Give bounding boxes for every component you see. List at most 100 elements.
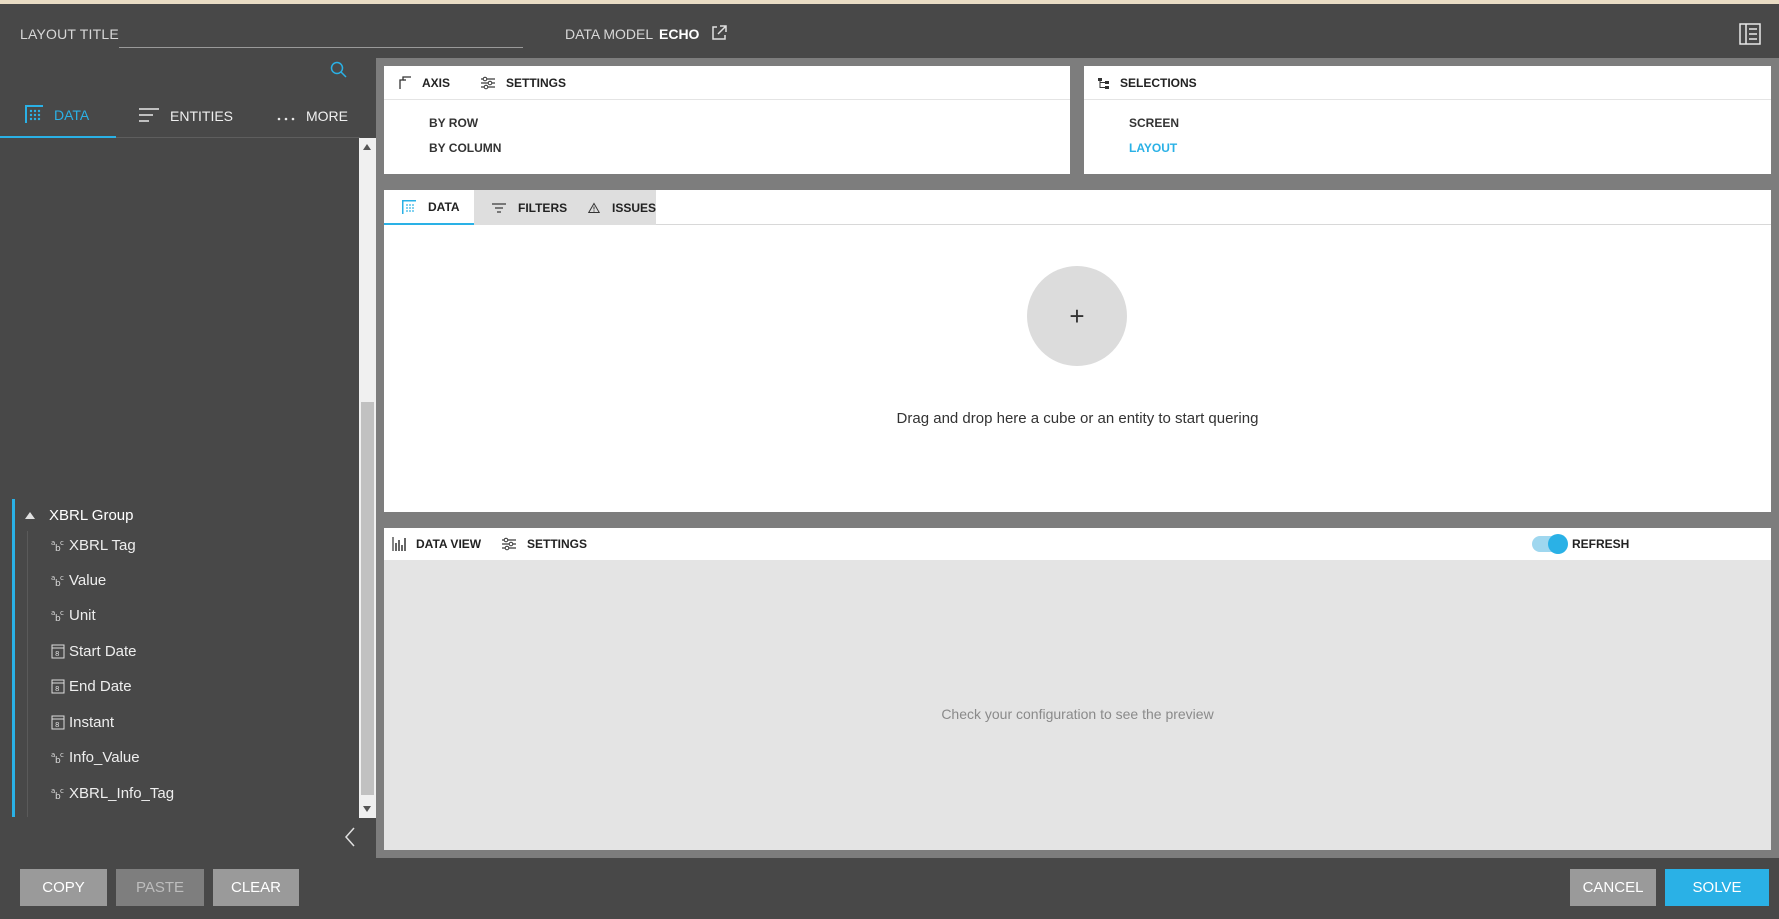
view-settings-tab[interactable]: SETTINGS: [501, 528, 587, 560]
data-view-card: DATA VIEW SETTINGS REFRESH Check your co…: [384, 528, 1771, 850]
text-type-icon: abc: [51, 572, 65, 589]
data-view-label: DATA VIEW: [416, 537, 482, 551]
data-grid-icon: [402, 199, 416, 214]
svg-text:c: c: [60, 574, 64, 582]
tab-data-label: DATA: [54, 107, 90, 123]
left-tabs: DATA ENTITIES MORE: [0, 94, 360, 138]
view-settings-label: SETTINGS: [527, 537, 588, 551]
text-type-icon: abc: [51, 537, 65, 554]
selections-card-header: SELECTIONS: [1084, 66, 1771, 100]
option-by-column[interactable]: BY COLUMN: [429, 141, 501, 155]
option-by-row[interactable]: BY ROW: [429, 116, 478, 130]
tree-group-label: XBRL Group: [49, 506, 134, 524]
tree-item-xbrl-info-tag[interactable]: abc XBRL_Info_Tag: [51, 779, 174, 807]
tree-item-label: Instant: [69, 713, 115, 731]
calendar-icon: 8: [51, 643, 65, 659]
axis-icon: [399, 76, 411, 89]
calendar-icon: 8: [51, 714, 65, 730]
paste-button[interactable]: PASTE: [116, 869, 204, 906]
tree-item-start-date[interactable]: 8 Start Date: [51, 637, 137, 665]
tree-item-xbrl-tag[interactable]: abc XBRL Tag: [51, 531, 136, 559]
axis-tab[interactable]: AXIS: [398, 66, 450, 100]
tree-item-value[interactable]: abc Value: [51, 566, 106, 594]
tab-filters[interactable]: FILTERS: [474, 190, 574, 225]
svg-text:c: c: [60, 609, 64, 617]
tree-guide-line: [27, 531, 28, 817]
scroll-down-arrow-icon[interactable]: [363, 806, 371, 812]
option-screen[interactable]: SCREEN: [1129, 116, 1179, 130]
copy-button[interactable]: COPY: [20, 869, 107, 906]
data-grid-icon: [24, 104, 44, 127]
svg-text:8: 8: [55, 650, 59, 658]
tree-item-label: Unit: [69, 606, 96, 624]
drop-zone-hint: Drag and drop here a cube or an entity t…: [896, 410, 1259, 427]
tab-data-query-label: DATA: [428, 199, 460, 214]
clear-button[interactable]: CLEAR: [213, 869, 299, 906]
refresh-toggle[interactable]: [1532, 534, 1568, 554]
sliders-icon: [502, 537, 516, 551]
calendar-icon: 8: [51, 678, 65, 694]
data-view-tab[interactable]: DATA VIEW: [392, 528, 481, 560]
tree-item-info-value[interactable]: abc Info_Value: [51, 743, 140, 771]
tab-entities-label: ENTITIES: [170, 108, 234, 124]
sliders-icon: [481, 76, 495, 90]
tab-issues[interactable]: ISSUES: [574, 190, 656, 225]
preview-placeholder: Check your configuration to see the prev…: [941, 706, 1214, 722]
svg-text:c: c: [60, 751, 64, 759]
solve-issues-button[interactable]: SOLVE ISSUES: [1665, 869, 1769, 919]
ellipsis-icon: [276, 107, 296, 126]
main-area: AXIS SETTINGS BY ROW BY COLUMN SELECTION…: [376, 58, 1779, 858]
toggle-knob: [1548, 534, 1568, 554]
selections-card: SELECTIONS SCREEN LAYOUT: [1084, 66, 1771, 174]
data-card: DATA FILTERS ISSUES + Drag and drop here…: [384, 190, 1771, 512]
search-icon[interactable]: [329, 60, 349, 80]
tree-xbrl-group: XBRL Group abc XBRL Tag abc Value abc Un…: [12, 499, 357, 817]
text-type-icon: abc: [51, 749, 65, 766]
axis-settings-label: SETTINGS: [506, 76, 567, 90]
axis-card-header: AXIS SETTINGS: [384, 66, 1070, 100]
header: LAYOUT TITLE DATA MODEL ECHO: [0, 4, 1779, 56]
tree-item-unit[interactable]: abc Unit: [51, 601, 96, 629]
scroll-thumb[interactable]: [361, 402, 374, 795]
tree-item-label: End Date: [69, 677, 132, 695]
tree-item-label: XBRL_Info_Tag: [69, 784, 175, 802]
axis-settings-tab[interactable]: SETTINGS: [480, 66, 566, 100]
svg-text:8: 8: [55, 685, 59, 693]
option-layout[interactable]: LAYOUT: [1129, 141, 1177, 155]
scroll-up-arrow-icon[interactable]: [363, 144, 371, 150]
data-card-tabs: DATA FILTERS ISSUES: [384, 190, 1771, 225]
filter-lines-icon: [492, 202, 506, 213]
tab-data[interactable]: DATA: [0, 94, 116, 138]
layout-title-label: LAYOUT TITLE: [20, 26, 119, 42]
text-type-icon: abc: [51, 607, 65, 624]
refresh-label: REFRESH: [1572, 537, 1630, 551]
caret-up-icon: [25, 511, 35, 519]
collapse-panel-chevron-icon[interactable]: [343, 826, 357, 848]
tab-entities[interactable]: ENTITIES: [138, 94, 233, 138]
data-view-header: DATA VIEW SETTINGS REFRESH: [384, 528, 1771, 560]
tree-item-end-date[interactable]: 8 End Date: [51, 672, 132, 700]
add-cube-button[interactable]: +: [1027, 266, 1127, 366]
selections-tab[interactable]: SELECTIONS: [1098, 66, 1197, 100]
tab-data-query[interactable]: DATA: [384, 190, 474, 225]
layout-title-input[interactable]: [119, 22, 523, 48]
tree-group-header[interactable]: XBRL Group: [15, 499, 134, 531]
left-panel: DATA ENTITIES MORE XBRL Group abc XBRL T…: [0, 56, 376, 856]
open-external-icon[interactable]: [710, 24, 728, 42]
selections-tree-icon: [1098, 78, 1109, 89]
tree-item-label: Start Date: [69, 642, 137, 660]
data-model-value: ECHO: [659, 26, 700, 42]
tab-more[interactable]: MORE: [276, 94, 348, 138]
axis-card: AXIS SETTINGS BY ROW BY COLUMN: [384, 66, 1070, 174]
left-scrollbar[interactable]: [359, 138, 376, 818]
panel-layout-icon[interactable]: [1738, 22, 1762, 46]
cancel-button[interactable]: CANCEL: [1570, 869, 1656, 906]
text-type-icon: abc: [51, 785, 65, 802]
tree-item-label: Info_Value: [69, 748, 140, 766]
data-model-label: DATA MODEL: [565, 26, 654, 42]
warning-triangle-icon: [588, 202, 600, 213]
tree-item-instant[interactable]: 8 Instant: [51, 708, 114, 736]
tab-issues-label: ISSUES: [611, 200, 656, 215]
tree-item-label: Value: [69, 571, 107, 589]
bar-chart-icon: [392, 537, 406, 551]
